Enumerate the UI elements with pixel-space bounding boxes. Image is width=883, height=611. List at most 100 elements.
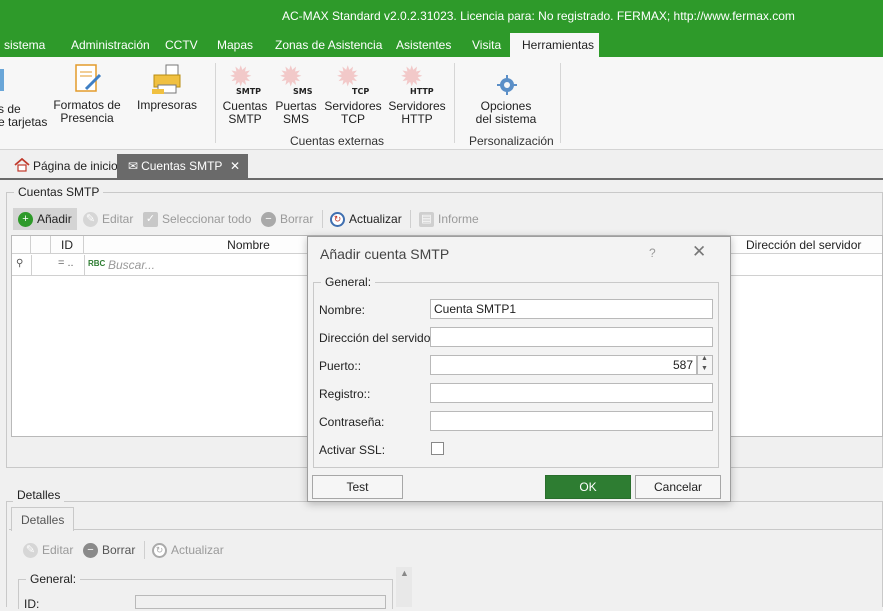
report-button[interactable]: ▤ Informe (419, 208, 479, 230)
details-refresh-button[interactable]: ↻ Actualizar (152, 539, 224, 561)
registry-label: Registro:: (319, 387, 371, 401)
document-tabs: Página de inicio ✉ Cuentas SMTP ✕ (0, 151, 883, 179)
ribbon-attendance-formats-line2: Presencia (60, 111, 114, 125)
details-id-label: ID: (24, 597, 40, 611)
edit-button[interactable]: ✎ Editar (83, 208, 133, 230)
menu-asistentes[interactable]: Asistentes (390, 33, 457, 57)
ribbon-tcp-line2: TCP (341, 112, 365, 126)
menu-sistema[interactable]: l sistema (0, 33, 51, 57)
pencil-icon: ✎ (83, 212, 98, 228)
stepper-up-icon[interactable]: ▲ (701, 355, 708, 362)
password-field[interactable] (430, 411, 713, 431)
server-address-field[interactable] (430, 327, 713, 347)
add-button[interactable]: + Añadir (13, 208, 77, 230)
details-scrollbar[interactable]: ▲ (396, 567, 412, 607)
card-icon (0, 69, 4, 91)
refresh-icon: ↻ (152, 543, 167, 559)
tcp-protocol-label: TCP (352, 87, 370, 96)
details-edit-button[interactable]: ✎ Editar (23, 539, 73, 561)
home-icon (14, 157, 30, 172)
document-pencil-icon (75, 64, 102, 92)
ribbon-group-external-accounts: Cuentas externas (290, 134, 385, 148)
test-button[interactable]: Test (312, 475, 403, 499)
ribbon-tcp-servers-button[interactable]: ✹ TCP Servidores TCP (323, 63, 383, 127)
details-group-title: Detalles (13, 488, 65, 502)
report-icon: ▤ (419, 212, 434, 228)
menu-cctv[interactable]: CCTV (159, 33, 204, 57)
ribbon-card-formats-line2: e tarjetas (0, 115, 48, 129)
dialog-close-icon[interactable]: ✕ (692, 242, 706, 262)
name-label: Nombre: (319, 303, 366, 317)
ribbon-separator (215, 63, 216, 143)
ribbon-printers-button[interactable]: Impresoras (134, 63, 200, 135)
column-header-id[interactable]: ID (51, 236, 84, 254)
tab-home[interactable]: Página de inicio (8, 154, 124, 179)
details-edit-label: Editar (42, 543, 74, 557)
port-field[interactable]: 587 (430, 355, 697, 375)
ssl-checkbox[interactable] (431, 442, 444, 455)
ribbon-smtp-line2: SMTP (228, 112, 262, 126)
title-bar: AC-MAX Standard v2.0.2.31023. Licencia p… (0, 0, 883, 33)
menu-administracion[interactable]: Administración (65, 33, 156, 57)
sms-protocol-label: SMS (293, 87, 313, 96)
details-tab[interactable]: Detalles (11, 507, 75, 531)
edit-button-label: Editar (102, 212, 134, 226)
menu-visita[interactable]: Visita (466, 33, 507, 57)
menu-herramientas[interactable]: Herramientas (510, 33, 599, 57)
ribbon-http-servers-button[interactable]: ✹ HTTP Servidores HTTP (387, 63, 447, 127)
settings-gear-icon (497, 75, 517, 95)
close-tab-icon[interactable]: ✕ (230, 154, 240, 179)
ribbon-sms-ports-button[interactable]: ✹ SMS Puertas SMS (271, 63, 321, 127)
select-all-icon: ✓ (143, 212, 158, 228)
name-field[interactable]: Cuenta SMTP1 (430, 299, 713, 319)
menu-zonas-asistencia[interactable]: Zonas de Asistencia (269, 33, 388, 57)
ribbon-smtp-accounts-button[interactable]: ✹ SMTP Cuentas SMTP (219, 63, 271, 127)
port-stepper[interactable]: ▲ ▼ (697, 355, 713, 375)
dialog-title: Añadir cuenta SMTP (320, 246, 450, 262)
minus-icon: − (83, 543, 98, 559)
ribbon-separator (454, 63, 455, 143)
ribbon-separator (560, 63, 561, 143)
ribbon-system-options-button[interactable]: Opciones del sistema (470, 63, 542, 127)
toolbar-separator (410, 210, 411, 228)
delete-button[interactable]: − Borrar (261, 208, 313, 230)
cancel-button[interactable]: Cancelar (635, 475, 721, 499)
minus-icon: − (261, 212, 276, 228)
ribbon: s de e tarjetas Formatos de Presencia Im… (0, 57, 883, 150)
tab-smtp-label: Cuentas SMTP (141, 159, 223, 173)
dialog-help-button[interactable]: ? (649, 246, 656, 260)
ok-button[interactable]: OK (545, 475, 631, 499)
password-label: Contraseña: (319, 415, 385, 429)
grid-search-input[interactable]: Buscar... (108, 258, 155, 272)
ribbon-card-formats-button[interactable]: s de e tarjetas (0, 65, 48, 135)
menu-bar: l sistema Administración CCTV Mapas Zona… (0, 33, 883, 57)
add-button-label: Añadir (37, 212, 72, 226)
tab-smtp-accounts[interactable]: ✉ Cuentas SMTP ✕ (117, 154, 248, 179)
smtp-tab-icon: ✉ (128, 159, 139, 173)
ssl-label: Activar SSL: (319, 443, 386, 457)
registry-field[interactable] (430, 383, 713, 403)
smtp-accounts-group-title: Cuentas SMTP (14, 185, 104, 199)
ribbon-group-personalization: Personalización (469, 134, 554, 148)
pencil-icon: ✎ (23, 543, 38, 559)
scroll-up-icon[interactable]: ▲ (400, 568, 409, 578)
window-title: AC-MAX Standard v2.0.2.31023. Licencia p… (282, 9, 795, 23)
plus-icon: + (18, 212, 33, 228)
details-delete-button[interactable]: − Borrar (83, 539, 135, 561)
toolbar-separator (144, 541, 145, 559)
toolbar-separator (322, 210, 323, 228)
magnifier-icon: ⚲ (16, 258, 24, 269)
stepper-down-icon[interactable]: ▼ (701, 365, 708, 372)
menu-mapas[interactable]: Mapas (211, 33, 259, 57)
dialog-general-title: General: (321, 275, 376, 289)
equals-filter-icon[interactable]: = .. (58, 257, 74, 269)
port-label: Puerto:: (319, 359, 362, 373)
text-filter-icon: RBC (88, 259, 106, 268)
ribbon-attendance-formats-button[interactable]: Formatos de Presencia (52, 63, 122, 135)
report-button-label: Informe (438, 212, 479, 226)
grid-check-column[interactable] (31, 236, 51, 254)
select-all-button[interactable]: ✓ Seleccionar todo (143, 208, 251, 230)
refresh-button[interactable]: ↻ Actualizar (330, 208, 402, 230)
refresh-icon: ↻ (330, 212, 345, 228)
details-general-title: General: (26, 572, 81, 586)
